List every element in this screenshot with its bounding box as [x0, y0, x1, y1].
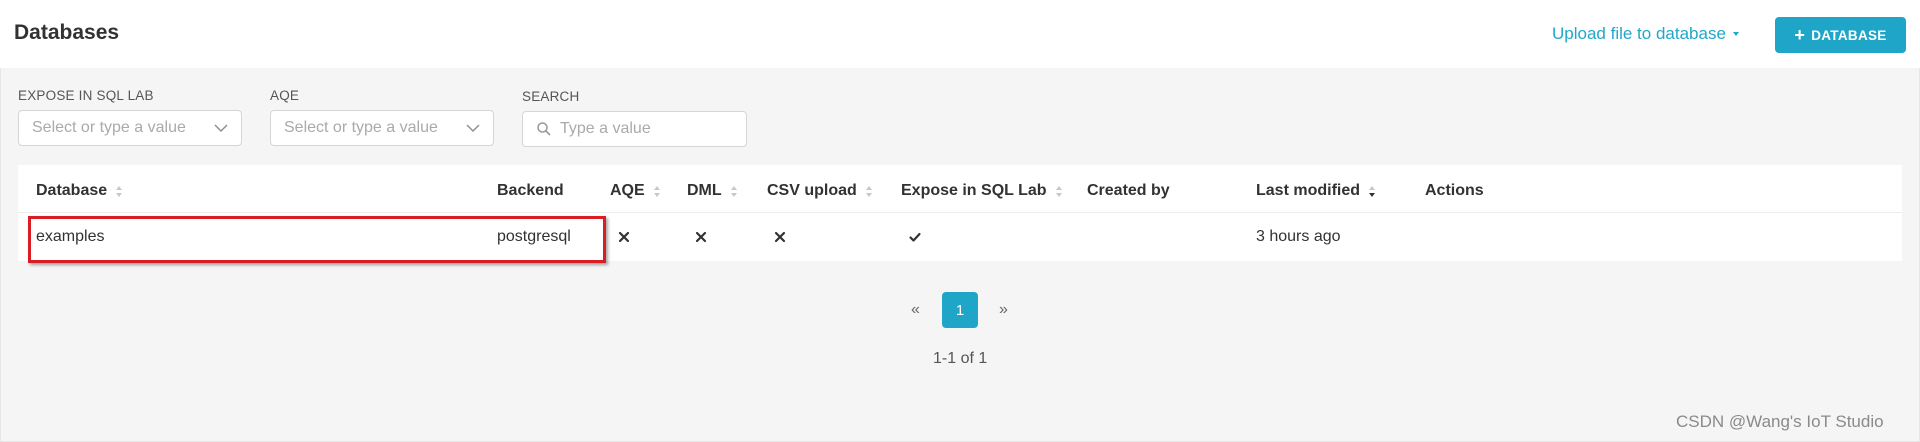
cross-icon — [618, 231, 630, 243]
column-header-actions: Actions — [1425, 182, 1484, 200]
expose-filter-select[interactable]: Select or type a value — [18, 110, 242, 146]
sort-icon — [1055, 185, 1063, 197]
database-table — [18, 165, 1902, 261]
column-label: Database — [36, 182, 108, 199]
add-database-button[interactable]: + DATABASE — [1775, 17, 1906, 53]
upload-file-label: Upload file to database — [1552, 24, 1726, 43]
filter-label-expose: EXPOSE IN SQL LAB — [18, 88, 154, 103]
column-header-backend: Backend — [497, 182, 564, 200]
pagination-summary: 1-1 of 1 — [933, 350, 988, 367]
upload-file-dropdown[interactable]: Upload file to database — [1552, 24, 1739, 44]
cell-backend: postgresql — [497, 228, 571, 245]
filter-label-aqe: AQE — [270, 88, 300, 103]
cross-icon — [695, 231, 707, 243]
sort-icon — [730, 185, 738, 197]
search-input[interactable]: Type a value — [522, 111, 747, 147]
pagination-next[interactable]: » — [999, 301, 1008, 319]
search-placeholder: Type a value — [560, 120, 651, 137]
column-header-database[interactable]: Database — [36, 182, 123, 200]
caret-down-icon — [1732, 32, 1739, 36]
sort-icon — [653, 185, 661, 197]
search-icon — [537, 122, 551, 136]
page-title: Databases — [14, 21, 120, 44]
watermark: CSDN @Wang's IoT Studio — [1676, 412, 1884, 431]
chevron-down-icon — [466, 124, 480, 132]
sort-icon — [865, 185, 873, 197]
column-header-created-by: Created by — [1087, 182, 1170, 200]
cell-last-modified: 3 hours ago — [1256, 228, 1341, 245]
cell-database-name[interactable]: examples — [36, 228, 104, 246]
aqe-filter-placeholder: Select or type a value — [284, 119, 438, 136]
filter-label-search: SEARCH — [522, 89, 580, 104]
column-header-expose-in-sql-lab[interactable]: Expose in SQL Lab — [901, 182, 1063, 200]
pagination-current-page[interactable]: 1 — [942, 292, 978, 328]
column-label: Expose in SQL Lab — [901, 182, 1047, 199]
column-label: Backend — [497, 182, 564, 199]
plus-icon: + — [1794, 25, 1806, 45]
page-header: Databases Upload file to database + DATA… — [0, 0, 1920, 68]
column-label: DML — [687, 182, 722, 199]
column-header-csv-upload[interactable]: CSV upload — [767, 182, 873, 200]
cross-icon — [774, 231, 786, 243]
column-header-last-modified[interactable]: Last modified — [1256, 182, 1376, 200]
check-icon — [909, 232, 921, 242]
sort-desc-icon — [1369, 185, 1376, 197]
column-label: CSV upload — [767, 182, 857, 199]
column-header-aqe[interactable]: AQE — [610, 182, 661, 200]
aqe-filter-select[interactable]: Select or type a value — [270, 110, 494, 146]
row-divider — [18, 212, 1902, 213]
pagination-prev[interactable]: « — [911, 301, 920, 319]
expose-filter-placeholder: Select or type a value — [32, 119, 186, 136]
add-database-label: DATABASE — [1811, 27, 1887, 43]
chevron-down-icon — [214, 124, 228, 132]
column-label: AQE — [610, 182, 645, 199]
sort-icon — [116, 185, 123, 197]
column-header-dml[interactable]: DML — [687, 182, 738, 200]
column-label: Created by — [1087, 182, 1170, 199]
column-label: Actions — [1425, 182, 1484, 199]
column-label: Last modified — [1256, 182, 1361, 199]
